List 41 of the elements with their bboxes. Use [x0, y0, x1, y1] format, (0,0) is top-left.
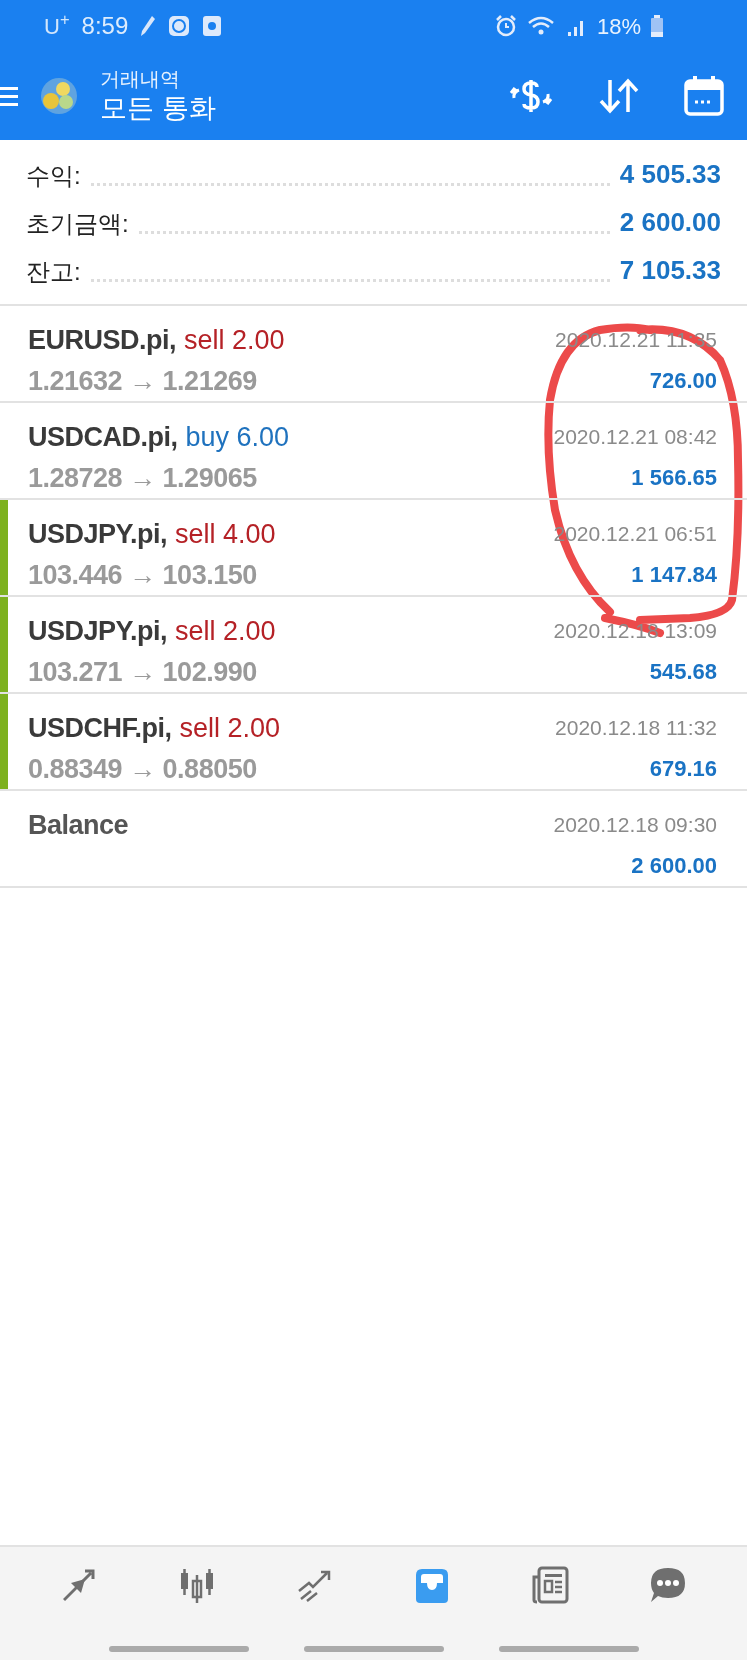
deal-action: sell 2.00 [184, 324, 285, 357]
deal-symbol: USDJPY.pi, [28, 518, 168, 551]
summary-value: 7 105.33 [619, 254, 721, 287]
alarm-icon [494, 15, 517, 37]
deal-symbol: EURUSD.pi, [28, 324, 176, 357]
deal-symbol: Balance [28, 809, 129, 842]
deal-profit: 1 147.84 [631, 560, 717, 589]
deal-action: sell 2.00 [179, 712, 281, 745]
battery-percent: 18% [596, 12, 641, 41]
deal-action: sell 2.00 [175, 615, 276, 648]
deal-profit: 545.68 [649, 657, 717, 686]
deal-prices: 103.446 → 103.150 [28, 558, 258, 592]
deal-profit: 2 600.00 [631, 851, 717, 880]
deal-prices: 0.88349 → 0.88050 [28, 752, 258, 786]
carrier: U$^{+}$ [44, 9, 70, 41]
deal-time: 2020.12.21 08:42 [553, 424, 717, 450]
summary-label: 수익: [26, 161, 81, 191]
deal-profit: 679.16 [649, 754, 717, 783]
deal-profit: 726.00 [649, 366, 717, 395]
deal-action: buy 6.00 [185, 421, 290, 454]
summary-label: 잔고: [26, 257, 81, 287]
battery-icon [651, 15, 663, 37]
deal-prices: 1.21632 → 1.21269 [28, 364, 258, 398]
header-title: 거래내역 [100, 66, 181, 92]
deal-symbol: USDCAD.pi, [28, 421, 178, 454]
pen-icon [140, 15, 157, 37]
summary-value: 2 600.00 [619, 206, 721, 239]
header-subtitle: 모든 통화 [100, 91, 216, 125]
deal-action: sell 4.00 [175, 518, 276, 551]
deal-symbol: USDJPY.pi, [28, 615, 168, 648]
app-notification-icon [202, 15, 223, 37]
deal-time: 2020.12.18 09:30 [553, 812, 717, 838]
deal-symbol: USDCHF.pi, [28, 712, 172, 745]
summary-label: 초기금액: [26, 209, 129, 239]
summary-value: 4 505.33 [619, 158, 721, 191]
compass-icon [168, 15, 191, 37]
deal-prices: 1.28728 → 1.29065 [28, 461, 258, 495]
deal-profit: 1 566.65 [631, 463, 717, 492]
status-time: 8:59 [81, 11, 129, 41]
deal-prices: 103.271 → 102.990 [28, 655, 258, 689]
deal-time: 2020.12.18 11:32 [555, 715, 717, 741]
